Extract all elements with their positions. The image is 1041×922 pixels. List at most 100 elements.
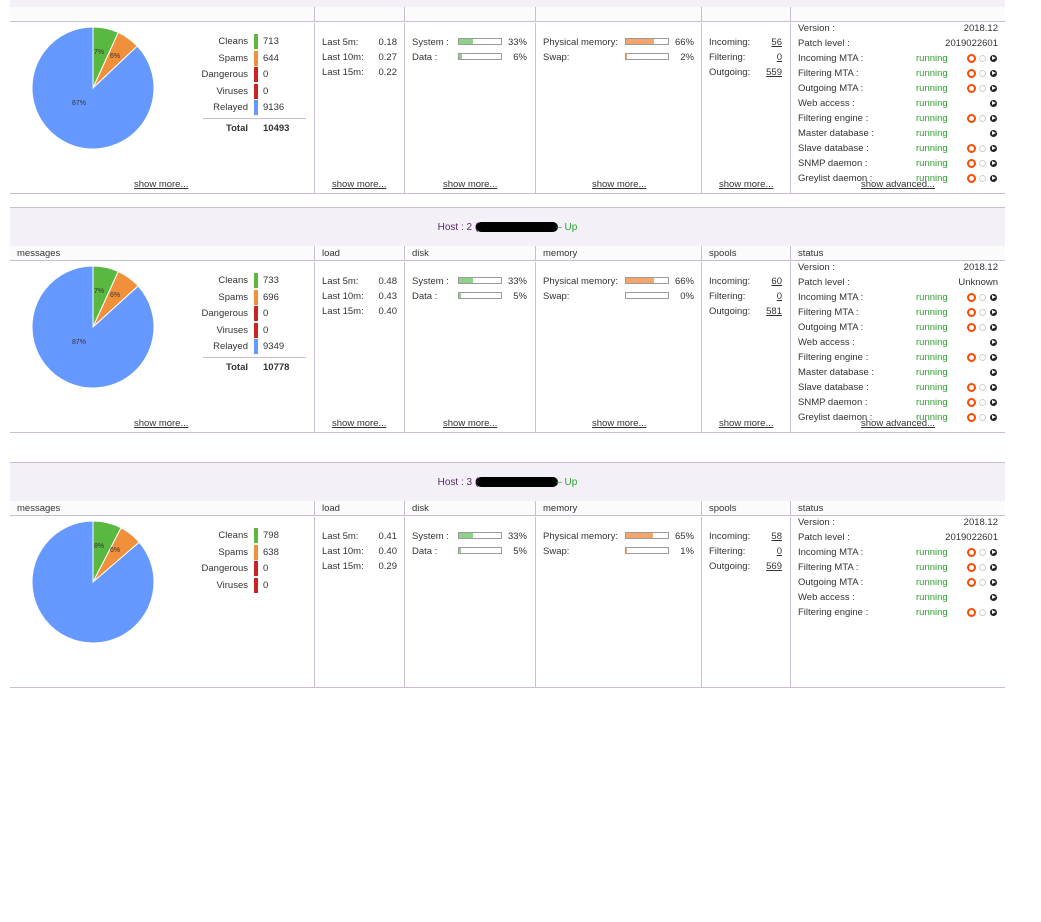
- restart-service-icon[interactable]: [979, 549, 986, 556]
- service-controls: [967, 174, 998, 182]
- show-more-link[interactable]: show more...: [332, 418, 386, 429]
- stop-service-icon[interactable]: [967, 159, 976, 168]
- restart-service-icon[interactable]: [979, 70, 986, 77]
- spool-count-link[interactable]: 58: [745, 531, 782, 542]
- restart-service-icon[interactable]: [979, 160, 986, 167]
- service-state: running: [916, 547, 948, 558]
- restart-service-icon[interactable]: [979, 55, 986, 62]
- restart-service-icon[interactable]: [979, 399, 986, 406]
- show-more-link[interactable]: show more...: [134, 418, 188, 429]
- service-name: Filtering engine :: [798, 607, 868, 618]
- spool-count-link[interactable]: 559: [745, 67, 782, 78]
- restart-service-icon[interactable]: [979, 384, 986, 391]
- start-service-icon[interactable]: [990, 609, 997, 616]
- stop-service-icon[interactable]: [967, 563, 976, 572]
- stop-service-icon[interactable]: [967, 114, 976, 123]
- total-label: Total: [180, 362, 248, 373]
- start-service-icon[interactable]: [990, 294, 997, 301]
- pie-percent-label: 7%: [94, 288, 104, 295]
- start-service-icon[interactable]: [990, 160, 997, 167]
- stop-service-icon[interactable]: [967, 398, 976, 407]
- stop-service-icon[interactable]: [967, 69, 976, 78]
- row-bottom-border: [10, 687, 1005, 688]
- show-advanced-link[interactable]: show advanced...: [861, 179, 935, 190]
- spool-count-link[interactable]: 569: [745, 561, 782, 572]
- stop-service-icon[interactable]: [967, 608, 976, 617]
- stop-service-icon[interactable]: [967, 174, 976, 183]
- start-service-icon[interactable]: [990, 115, 997, 122]
- spool-count-link[interactable]: 581: [745, 306, 782, 317]
- stop-service-icon[interactable]: [967, 54, 976, 63]
- restart-service-icon[interactable]: [979, 564, 986, 571]
- spool-count-link[interactable]: 0: [745, 291, 782, 302]
- spool-count-link[interactable]: 0: [745, 52, 782, 63]
- stop-service-icon[interactable]: [967, 144, 976, 153]
- stop-service-icon[interactable]: [967, 353, 976, 362]
- patch-level-value: 2019022601: [910, 38, 998, 49]
- column-header-status: status: [790, 246, 1005, 261]
- show-advanced-link[interactable]: show advanced...: [861, 418, 935, 429]
- panel-divider: [701, 262, 702, 432]
- stop-service-icon[interactable]: [967, 293, 976, 302]
- stop-service-icon[interactable]: [967, 84, 976, 93]
- restart-service-icon[interactable]: [979, 85, 986, 92]
- stop-service-icon[interactable]: [967, 548, 976, 557]
- legend-value: 638: [263, 547, 279, 558]
- start-service-icon[interactable]: [990, 55, 997, 62]
- restart-service-icon[interactable]: [979, 294, 986, 301]
- start-service-icon[interactable]: [990, 100, 997, 107]
- host-title: Host : 2 (– Up: [10, 222, 1005, 233]
- legend-value: 0: [263, 308, 268, 319]
- spool-count-link[interactable]: 60: [745, 276, 782, 287]
- start-service-icon[interactable]: [990, 85, 997, 92]
- start-service-icon[interactable]: [990, 70, 997, 77]
- stop-service-icon[interactable]: [967, 308, 976, 317]
- legend-color-bar: [254, 67, 258, 82]
- show-more-link[interactable]: show more...: [719, 418, 773, 429]
- start-service-icon[interactable]: [990, 145, 997, 152]
- restart-service-icon[interactable]: [979, 354, 986, 361]
- stop-service-icon[interactable]: [967, 578, 976, 587]
- start-service-icon[interactable]: [990, 399, 997, 406]
- restart-service-icon[interactable]: [979, 309, 986, 316]
- restart-service-icon[interactable]: [979, 175, 986, 182]
- service-state: running: [916, 83, 948, 94]
- service-state: running: [916, 337, 948, 348]
- stop-service-icon[interactable]: [967, 413, 976, 422]
- restart-service-icon[interactable]: [979, 324, 986, 331]
- start-service-icon[interactable]: [990, 564, 997, 571]
- spool-count-link[interactable]: 56: [745, 37, 782, 48]
- start-service-icon[interactable]: [990, 324, 997, 331]
- column-header-status: status: [790, 501, 1005, 516]
- show-more-link[interactable]: show more...: [443, 179, 497, 190]
- load-label: Last 10m:: [322, 291, 364, 302]
- stop-service-icon[interactable]: [967, 323, 976, 332]
- restart-service-icon[interactable]: [979, 579, 986, 586]
- panel-divider: [790, 262, 791, 432]
- start-service-icon[interactable]: [990, 369, 997, 376]
- patch-level-label: Patch level :: [798, 532, 850, 543]
- start-service-icon[interactable]: [990, 309, 997, 316]
- start-service-icon[interactable]: [990, 549, 997, 556]
- restart-service-icon[interactable]: [979, 145, 986, 152]
- stop-service-icon[interactable]: [967, 383, 976, 392]
- show-more-link[interactable]: show more...: [332, 179, 386, 190]
- start-service-icon[interactable]: [990, 594, 997, 601]
- restart-service-icon[interactable]: [979, 414, 986, 421]
- spool-count-link[interactable]: 0: [745, 546, 782, 557]
- service-state: running: [916, 367, 948, 378]
- show-more-link[interactable]: show more...: [443, 418, 497, 429]
- show-more-link[interactable]: show more...: [592, 179, 646, 190]
- start-service-icon[interactable]: [990, 414, 997, 421]
- show-more-link[interactable]: show more...: [592, 418, 646, 429]
- start-service-icon[interactable]: [990, 339, 997, 346]
- show-more-link[interactable]: show more...: [719, 179, 773, 190]
- start-service-icon[interactable]: [990, 130, 997, 137]
- start-service-icon[interactable]: [990, 384, 997, 391]
- start-service-icon[interactable]: [990, 354, 997, 361]
- restart-service-icon[interactable]: [979, 609, 986, 616]
- show-more-link[interactable]: show more...: [134, 179, 188, 190]
- start-service-icon[interactable]: [990, 579, 997, 586]
- restart-service-icon[interactable]: [979, 115, 986, 122]
- start-service-icon[interactable]: [990, 175, 997, 182]
